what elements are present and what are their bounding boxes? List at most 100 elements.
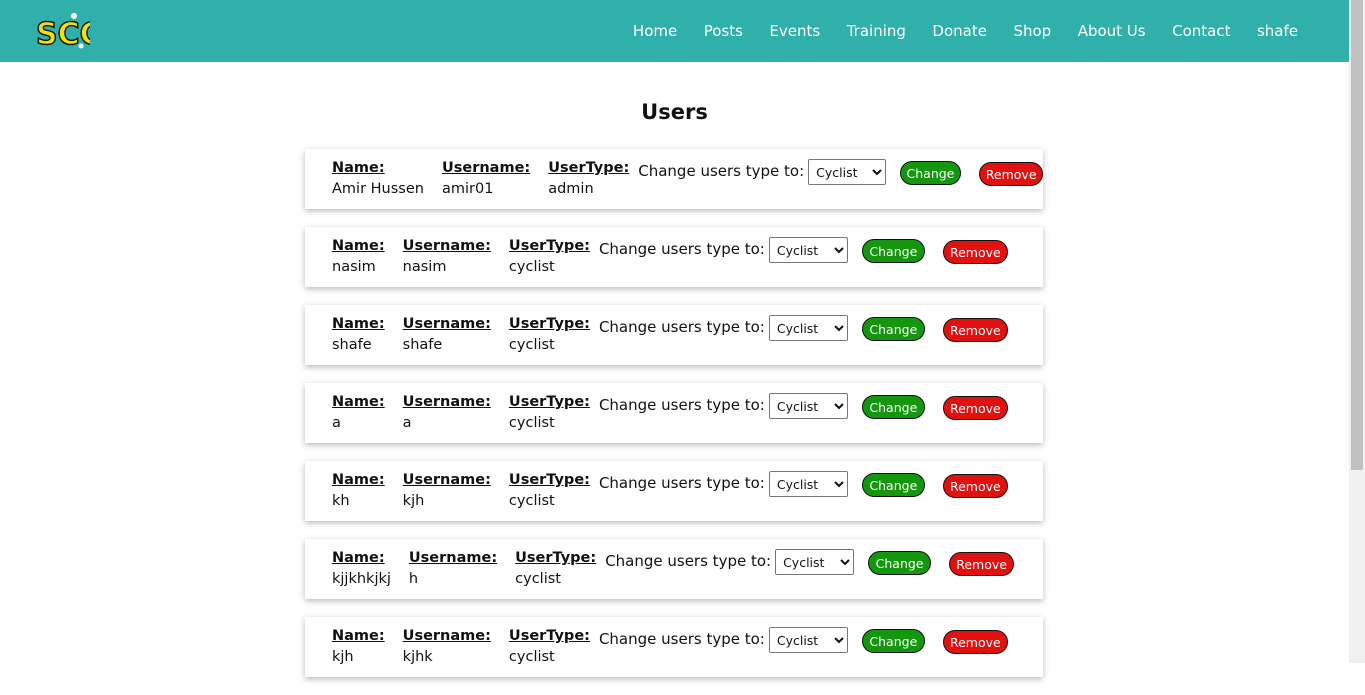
name-value: shafe — [332, 337, 372, 353]
name-value: kh — [332, 493, 350, 509]
nav-link-shop[interactable]: Shop — [1013, 22, 1051, 40]
usertype-field: UserType: cyclist — [509, 471, 590, 512]
username-value: nasim — [402, 259, 447, 275]
change-button[interactable]: Change — [861, 239, 925, 263]
remove-button[interactable]: Remove — [942, 396, 1008, 420]
username-label: Username: — [402, 472, 491, 488]
user-list: Name: Amir Hussen Username: amir01 UserT… — [305, 149, 1043, 695]
name-value: kjh — [332, 649, 354, 665]
change-button[interactable]: Change — [899, 161, 962, 185]
username-value: a — [402, 415, 412, 431]
change-button[interactable]: Change — [861, 317, 925, 341]
username-label: Username: — [441, 160, 531, 176]
username-field: Username: nasim — [403, 237, 491, 278]
user-card: Name: kh Username: kjh UserType: cyclist… — [305, 461, 1043, 521]
usertype-label: UserType: — [515, 550, 597, 566]
remove-button[interactable]: Remove — [949, 552, 1015, 576]
usertype-label: UserType: — [508, 472, 590, 488]
name-label: Name: — [332, 394, 385, 410]
change-button[interactable]: Change — [861, 473, 925, 497]
usertype-value: cyclist — [508, 415, 555, 431]
username-field: Username: h — [409, 549, 497, 590]
nav-link-events[interactable]: Events — [769, 22, 820, 40]
username-value: shafe — [402, 337, 443, 353]
user-type-select[interactable]: Cyclist — [768, 393, 848, 419]
user-type-select[interactable]: Cyclist — [775, 549, 855, 575]
user-type-select[interactable]: Cyclist — [768, 315, 848, 341]
name-field: Name: kjh — [332, 627, 385, 668]
username-value: kjh — [402, 493, 425, 509]
usertype-label: UserType: — [508, 316, 590, 332]
usertype-field: UserType: cyclist — [515, 549, 596, 590]
username-value: amir01 — [441, 181, 494, 197]
nav-link-contact[interactable]: Contact — [1172, 22, 1230, 40]
usertype-field: UserType: cyclist — [509, 627, 590, 668]
username-value: kjhk — [402, 649, 433, 665]
change-type-prompt: Change users type to: — [598, 630, 765, 648]
change-type-prompt: Change users type to: — [598, 240, 765, 258]
user-card: Name: Amir Hussen Username: amir01 UserT… — [305, 149, 1043, 209]
name-field: Name: kh — [332, 471, 385, 512]
name-label: Name: — [332, 628, 385, 644]
nav-link-home[interactable]: Home — [633, 22, 677, 40]
name-field: Name: Amir Hussen — [332, 159, 424, 200]
change-type-prompt: Change users type to: — [605, 552, 772, 570]
nav-link-donate[interactable]: Donate — [932, 22, 987, 40]
name-value: Amir Hussen — [332, 181, 424, 197]
name-field: Name: a — [332, 393, 385, 434]
username-label: Username: — [402, 394, 491, 410]
remove-button[interactable]: Remove — [942, 474, 1008, 498]
name-value: a — [332, 415, 341, 431]
username-field: Username: kjhk — [403, 627, 491, 668]
usertype-field: UserType: cyclist — [509, 237, 590, 278]
user-type-select[interactable]: Cyclist — [768, 471, 848, 497]
name-label: Name: — [332, 238, 385, 254]
change-button[interactable]: Change — [868, 551, 932, 575]
usertype-label: UserType: — [508, 628, 590, 644]
user-card: Name: shafe Username: shafe UserType: cy… — [305, 305, 1043, 365]
username-label: Username: — [402, 238, 491, 254]
change-button[interactable]: Change — [861, 629, 925, 653]
remove-button[interactable]: Remove — [979, 162, 1043, 186]
user-type-select[interactable]: Cyclist — [768, 237, 848, 263]
user-card: Name: kjjkhkjkj Username: h UserType: cy… — [305, 539, 1043, 599]
change-type-prompt: Change users type to: — [598, 318, 765, 336]
usertype-field: UserType: cyclist — [509, 315, 590, 356]
username-label: Username: — [402, 316, 491, 332]
usertype-field: UserType: cyclist — [509, 393, 590, 434]
page-title: Users — [641, 100, 708, 124]
usertype-value: cyclist — [508, 259, 555, 275]
username-field: Username: a — [403, 393, 491, 434]
username-field: Username: shafe — [403, 315, 491, 356]
name-value: nasim — [332, 259, 376, 275]
usertype-field: UserType: admin — [548, 159, 629, 200]
remove-button[interactable]: Remove — [942, 318, 1008, 342]
nav-link-user-account[interactable]: shafe — [1257, 22, 1298, 40]
usertype-label: UserType: — [508, 238, 590, 254]
user-type-select[interactable]: Cyclist — [808, 159, 886, 185]
scc-logo[interactable]: SCC — [34, 8, 90, 54]
change-button[interactable]: Change — [861, 395, 925, 419]
nav-link-about-us[interactable]: About Us — [1078, 22, 1146, 40]
nav-link-training[interactable]: Training — [847, 22, 906, 40]
name-label: Name: — [332, 472, 385, 488]
name-label: Name: — [332, 550, 385, 566]
usertype-label: UserType: — [548, 160, 630, 176]
navbar: SCC Home Posts Events Training Donate Sh… — [0, 0, 1349, 62]
usertype-value: admin — [548, 181, 594, 197]
remove-button[interactable]: Remove — [942, 630, 1008, 654]
change-type-prompt: Change users type to: — [598, 474, 765, 492]
nav-link-posts[interactable]: Posts — [704, 22, 743, 40]
user-type-select[interactable]: Cyclist — [768, 627, 848, 653]
username-label: Username: — [408, 550, 498, 566]
name-field: Name: nasim — [332, 237, 385, 278]
usertype-value: cyclist — [508, 493, 555, 509]
remove-button[interactable]: Remove — [942, 240, 1008, 264]
change-type-prompt: Change users type to: — [598, 396, 765, 414]
name-label: Name: — [332, 316, 385, 332]
page-scrollbar[interactable] — [1349, 0, 1365, 663]
name-field: Name: shafe — [332, 315, 385, 356]
scrollbar-thumb[interactable] — [1351, 0, 1363, 470]
username-value: h — [408, 571, 419, 587]
nav-menu: Home Posts Events Training Donate Shop A… — [606, 0, 1298, 62]
